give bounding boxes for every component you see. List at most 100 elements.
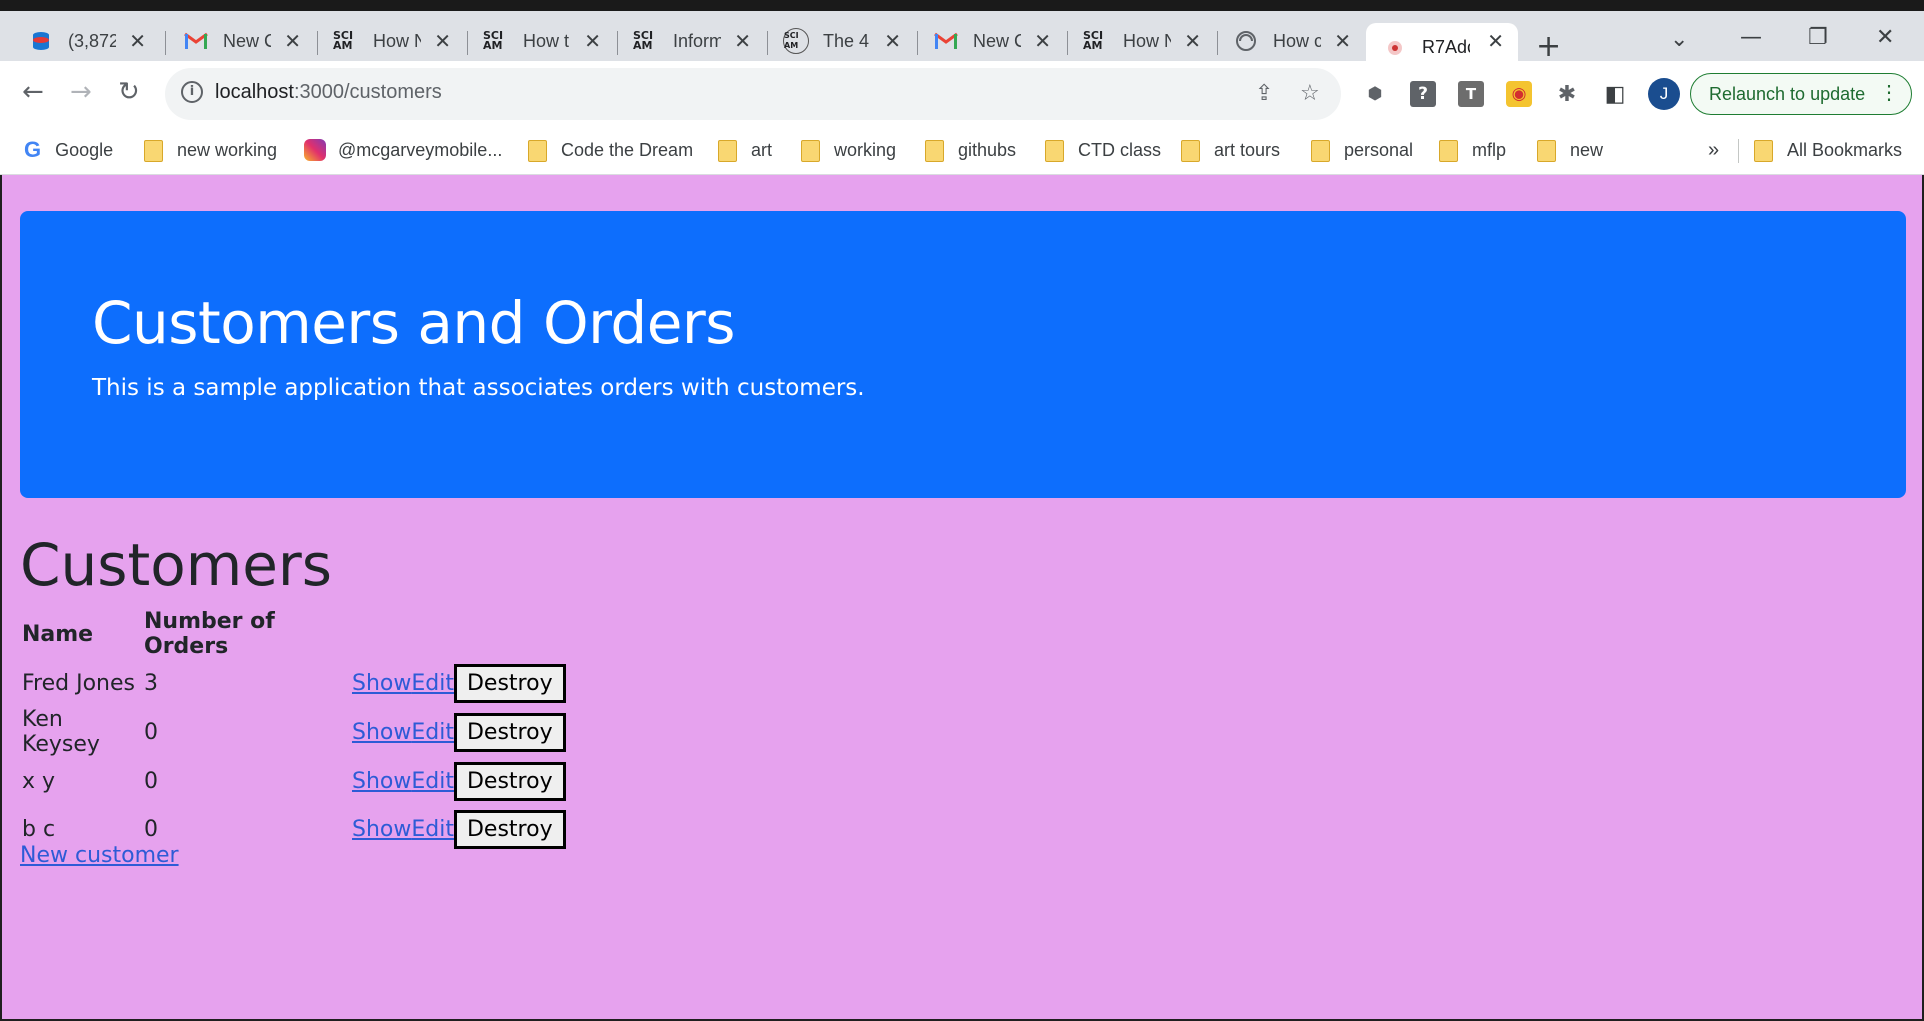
- close-icon[interactable]: ✕: [434, 29, 451, 53]
- bookmark-label: @mcgarveymobile...: [338, 139, 503, 160]
- edit-link[interactable]: Edit: [411, 720, 454, 745]
- sciam-icon: SCI AM: [633, 29, 654, 52]
- new-customer-link[interactable]: New customer: [20, 843, 179, 868]
- back-icon[interactable]: ←: [22, 77, 44, 107]
- tab-3[interactable]: SCI AM How t ✕: [455, 23, 615, 59]
- restore-icon[interactable]: ❐: [1808, 25, 1828, 50]
- browser-toolbar: ← → ↻ i localhost:3000/customers ⇪ ☆ ⬢ ?…: [0, 61, 1924, 127]
- window-close-icon[interactable]: ✕: [1876, 25, 1894, 50]
- ear-extension-icon[interactable]: ◉: [1506, 81, 1532, 107]
- customer-name: Ken Keysey: [22, 707, 100, 757]
- show-link[interactable]: Show: [352, 769, 411, 794]
- bookmark-label: Code the Dream: [561, 139, 694, 160]
- sciam-icon: SCI AM: [1083, 29, 1104, 52]
- bookmark-label: githubs: [958, 139, 1017, 160]
- sciam-icon: SCI AM: [783, 28, 809, 54]
- column-header-actions: [350, 609, 568, 659]
- show-link[interactable]: Show: [352, 817, 411, 842]
- customers-table: Name Number of Orders Fred Jones 3 ShowE…: [20, 609, 568, 853]
- close-icon[interactable]: ✕: [284, 29, 301, 53]
- instagram-icon: [304, 139, 326, 161]
- destroy-button[interactable]: Destroy: [453, 761, 566, 801]
- relaunch-button[interactable]: Relaunch to update ⋮: [1690, 73, 1912, 115]
- close-icon[interactable]: ✕: [1184, 29, 1201, 53]
- close-icon[interactable]: ✕: [884, 29, 901, 53]
- forward-icon[interactable]: →: [70, 77, 92, 107]
- t-extension-icon[interactable]: T: [1458, 81, 1484, 107]
- address-bar[interactable]: i localhost:3000/customers ⇪ ☆: [165, 68, 1341, 120]
- globe-icon: [1233, 28, 1259, 54]
- show-link[interactable]: Show: [352, 720, 411, 745]
- url-text[interactable]: localhost:3000/customers: [215, 81, 442, 104]
- table-row: Fred Jones 3 ShowEdit Destroy: [20, 659, 568, 707]
- edit-link[interactable]: Edit: [411, 817, 454, 842]
- share-icon[interactable]: ⇪: [1255, 81, 1273, 106]
- minimize-icon[interactable]: —: [1740, 25, 1762, 50]
- tab-7[interactable]: SCI AM How N ✕: [1055, 23, 1215, 59]
- destroy-button[interactable]: Destroy: [453, 663, 566, 703]
- banner-subtitle: This is a sample application that associ…: [92, 375, 865, 401]
- new-tab-button[interactable]: +: [1536, 29, 1561, 64]
- url-host: localhost: [215, 81, 294, 103]
- bookmark-star-icon[interactable]: ☆: [1300, 81, 1320, 106]
- order-count: 0: [144, 768, 158, 794]
- close-icon[interactable]: ✕: [1034, 29, 1051, 53]
- side-panel-icon[interactable]: ◧: [1602, 81, 1628, 107]
- bookmark-label: Google: [55, 139, 114, 160]
- extension-hex-icon[interactable]: ⬢: [1362, 81, 1388, 107]
- bookmark-label: art: [751, 139, 773, 160]
- close-icon[interactable]: ✕: [1487, 29, 1504, 53]
- close-icon[interactable]: ✕: [734, 29, 751, 53]
- edit-link[interactable]: Edit: [411, 769, 454, 794]
- bookmark-new-working[interactable]: new working: [144, 135, 277, 165]
- bookmark-githubs[interactable]: githubs: [925, 135, 1016, 165]
- destroy-button[interactable]: Destroy: [453, 809, 566, 849]
- site-info-icon[interactable]: i: [181, 81, 203, 103]
- show-link[interactable]: Show: [352, 671, 411, 696]
- bookmark-ctd-class[interactable]: CTD class: [1045, 135, 1161, 165]
- bookmark-instagram[interactable]: @mcgarveymobile...: [304, 135, 502, 165]
- all-bookmarks-button[interactable]: All Bookmarks: [1754, 135, 1902, 165]
- bookmark-working[interactable]: working: [801, 135, 896, 165]
- help-extension-icon[interactable]: ?: [1410, 81, 1436, 107]
- bookmark-art[interactable]: art: [718, 135, 772, 165]
- close-icon[interactable]: ✕: [1334, 29, 1351, 53]
- customer-name: x y: [22, 768, 56, 794]
- tab-title: New C: [973, 30, 1021, 51]
- folder-icon: [1311, 140, 1330, 162]
- folder-icon: [718, 140, 737, 162]
- database-icon: [28, 28, 54, 54]
- destroy-button[interactable]: Destroy: [453, 712, 566, 752]
- puzzle-extensions-icon[interactable]: ✱: [1554, 81, 1580, 107]
- tab-8[interactable]: How c ✕: [1205, 23, 1365, 59]
- gmail-icon: [933, 28, 959, 54]
- bookmark-mflp[interactable]: mflp: [1439, 135, 1506, 165]
- bookmark-label: All Bookmarks: [1787, 139, 1903, 160]
- rails-icon: [1382, 35, 1408, 61]
- page-title: Customers: [20, 531, 332, 599]
- bookmark-google[interactable]: G Google: [24, 135, 113, 165]
- tab-title: How N: [373, 30, 421, 51]
- avatar[interactable]: J: [1648, 78, 1680, 110]
- gmail-icon: [183, 28, 209, 54]
- tab-6[interactable]: New C ✕: [905, 23, 1065, 59]
- edit-link[interactable]: Edit: [411, 671, 454, 696]
- tab-2[interactable]: SCI AM How N ✕: [305, 23, 465, 59]
- tab-1[interactable]: New C ✕: [155, 23, 315, 59]
- bookmarks-overflow-button[interactable]: »: [1708, 135, 1719, 165]
- tab-0[interactable]: (3,872 ✕: [0, 23, 160, 59]
- bookmark-personal[interactable]: personal: [1311, 135, 1413, 165]
- close-icon[interactable]: ✕: [129, 29, 146, 53]
- folder-icon: [1181, 140, 1200, 162]
- tab-title: How N: [1123, 30, 1171, 51]
- tab-5[interactable]: SCI AM The 4 ✕: [755, 23, 915, 59]
- tab-title: How c: [1273, 30, 1321, 51]
- bookmark-art-tours[interactable]: art tours: [1181, 135, 1280, 165]
- close-icon[interactable]: ✕: [584, 29, 601, 53]
- reload-icon[interactable]: ↻: [118, 77, 140, 107]
- tab-4[interactable]: SCI AM Inform ✕: [605, 23, 765, 59]
- bookmark-new[interactable]: new: [1537, 135, 1603, 165]
- menu-dots-icon[interactable]: ⋮: [1879, 80, 1899, 105]
- tab-search-icon[interactable]: ⌄: [1670, 27, 1688, 52]
- bookmark-code-the-dream[interactable]: Code the Dream: [528, 135, 693, 165]
